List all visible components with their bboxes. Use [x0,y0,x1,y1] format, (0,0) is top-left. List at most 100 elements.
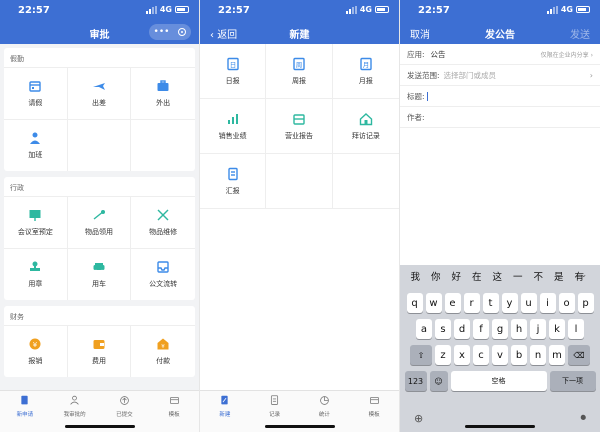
grid-item[interactable]: 周周报 [266,44,333,99]
candidate-word[interactable]: 好 [446,269,467,283]
grid-item[interactable]: 请假 [4,67,68,119]
globe-icon[interactable]: ⊕ [414,412,423,425]
key-v[interactable]: v [492,345,508,365]
shift-key[interactable]: ⇧ [410,345,432,365]
grid-item[interactable]: 用章 [4,248,68,300]
grid-item[interactable]: 拜访记录 [332,99,399,154]
key-b[interactable]: b [511,345,527,365]
grid-item[interactable]: 销售业绩 [200,99,267,154]
tab-doc[interactable]: 新申请 [0,391,50,432]
key-c[interactable]: c [473,345,489,365]
next-key[interactable]: 下一项 [549,371,596,391]
microphone-icon[interactable]: ⏺ [581,411,587,425]
grid-item[interactable]: 加班 [4,119,68,171]
numbers-key[interactable]: 123 [404,371,427,391]
backspace-key[interactable]: ⌫ [568,345,590,365]
more-icon[interactable]: ••• [154,27,170,37]
key-row-3: ⇧ z x c v b n m ⌫ [400,345,600,365]
candidate-word[interactable]: 不 [528,269,549,283]
grid-item[interactable]: 用车 [67,248,132,300]
section-card: 行政 会议室预定 物品领用 物品维修 用章 用车 公文流转 [4,177,195,300]
status-bar: 22:57 4G [200,0,399,22]
text-cursor [426,91,428,101]
key-e[interactable]: e [444,293,461,313]
key-s[interactable]: s [435,319,451,339]
grid-item-label: 销售业绩 [218,131,247,140]
grid-item[interactable]: 公文流转 [131,248,195,300]
grid-item-label: 报销 [28,357,43,365]
candidate-word[interactable]: 在 [467,269,488,283]
grid-item[interactable]: ¥ 报销 [4,325,68,377]
key-z[interactable]: z [435,345,451,365]
candidate-word[interactable]: 我 [405,269,426,283]
key-y[interactable]: y [501,293,518,313]
car-icon [92,260,106,274]
grid-item-label: 出差 [91,99,106,107]
emoji-key[interactable]: ☺ [429,371,448,391]
app-row[interactable]: 应用: 公告 仅限在企业内分享 › [400,44,600,65]
battery-icon [375,6,389,13]
nav-bar: ‹ 返回 新建 [200,22,399,44]
candidate-word[interactable]: 是 [549,269,570,283]
key-a[interactable]: a [416,319,432,339]
key-t[interactable]: t [482,293,499,313]
space-key[interactable]: 空格 [450,371,547,391]
grid-item-label: 拜访记录 [351,131,380,140]
doc-tab-icon [19,395,30,408]
screens: 22:57 4G 审批 ••• 假勤 请假 出差 外出 加班 行政 会议室预定 物品领用 物品维… [0,0,600,432]
grid-item[interactable]: 出差 [67,67,132,119]
grid-item[interactable]: 汇报 [200,154,267,209]
grid-item-label: 物品维修 [149,228,178,236]
key-u[interactable]: u [520,293,537,313]
key-d[interactable]: d [454,319,470,339]
app-label: 应用: [407,49,425,59]
send-button[interactable]: 发送 [570,26,590,41]
grid-item[interactable]: 外出 [131,67,195,119]
close-target-icon[interactable] [178,28,187,36]
header: 22:57 4G ‹ 返回 新建 [200,0,399,44]
key-i[interactable]: i [539,293,556,313]
section-grid: 请假 出差 外出加班 [4,67,195,171]
key-row-2: asdfghjkl [400,319,600,339]
status-time: 22:57 [18,5,50,16]
grid-item[interactable]: 日日报 [200,44,267,99]
candidate-word[interactable]: 你 [426,269,447,283]
candidate-word[interactable]: 这 [487,269,508,283]
key-q[interactable]: q [406,293,423,313]
key-l[interactable]: l [568,319,584,339]
key-j[interactable]: j [530,319,546,339]
key-w[interactable]: w [425,293,442,313]
key-g[interactable]: g [492,319,508,339]
miniprogram-capsule[interactable]: ••• [149,24,191,40]
nav-bar: 审批 ••• [0,22,199,44]
report-grid: 日日报周周报月月报销售业绩 营业报告拜访记录汇报 [200,44,399,209]
store-icon [292,112,306,126]
grid-item[interactable]: 月月报 [332,44,399,99]
grid-item[interactable]: 费用 [67,325,132,377]
key-k[interactable]: k [549,319,565,339]
grid-item[interactable]: 物品维修 [131,196,195,248]
subject-field[interactable]: 标题: [400,86,600,107]
key-f[interactable]: f [473,319,489,339]
author-field[interactable]: 作者: [400,107,600,128]
tab-template[interactable]: 模板 [149,391,199,432]
scope-row[interactable]: 发送范围: 选择部门或成员 › [400,65,600,86]
key-n[interactable]: n [530,345,546,365]
grid-item[interactable]: 营业报告 [266,99,333,154]
candidate-word[interactable]: 一 [508,269,529,283]
status-bar: 22:57 4G [400,0,600,22]
key-x[interactable]: x [454,345,470,365]
tab-edit[interactable]: 新建 [200,391,250,432]
key-h[interactable]: h [511,319,527,339]
key-o[interactable]: o [558,293,575,313]
chevron-down-icon[interactable]: ⌄ [574,270,595,279]
key-m[interactable]: m [549,345,565,365]
daily-report-icon: 日 [226,57,240,71]
grid-item[interactable]: ¥ 付款 [131,325,195,377]
key-p[interactable]: p [577,293,594,313]
key-r[interactable]: r [463,293,480,313]
tab-template[interactable]: 模板 [349,391,399,432]
grid-item[interactable]: 物品领用 [67,196,132,248]
new-report-screen: 22:57 4G ‹ 返回 新建 日日报周周报月月报销售业绩 营业报告拜访记录汇报… [200,0,400,432]
grid-item[interactable]: 会议室预定 [4,196,68,248]
